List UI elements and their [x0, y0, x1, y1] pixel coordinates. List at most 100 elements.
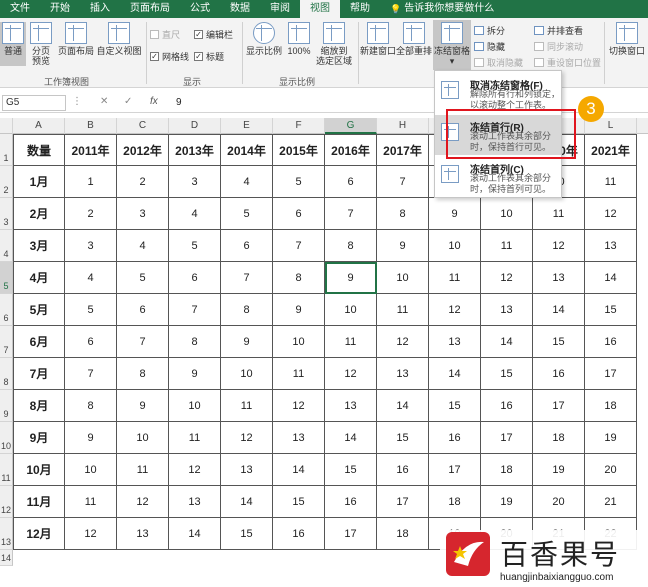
row-header-4[interactable]: 4 [0, 230, 13, 262]
unhide-button[interactable]: 取消隐藏 [474, 56, 523, 69]
custom-views-button[interactable]: 自定义视图 [96, 22, 142, 56]
month-cell[interactable]: 9月 [13, 422, 65, 454]
data-cell[interactable]: 15 [325, 454, 377, 486]
data-cell[interactable]: 13 [481, 294, 533, 326]
data-cell[interactable]: 17 [585, 358, 637, 390]
data-cell[interactable]: 19 [481, 486, 533, 518]
tab-2[interactable]: 插入 [80, 0, 120, 18]
data-cell[interactable]: 12 [117, 486, 169, 518]
column-header-e[interactable]: E [221, 118, 273, 134]
data-cell[interactable]: 8 [169, 326, 221, 358]
data-cell[interactable]: 10 [117, 422, 169, 454]
data-cell[interactable]: 12 [533, 230, 585, 262]
split-button[interactable]: 拆分 [474, 24, 505, 37]
sync-scroll-button[interactable]: 同步滚动 [534, 40, 583, 53]
data-cell[interactable]: 11 [221, 390, 273, 422]
arrange-all-button[interactable]: 全部重排 [396, 22, 432, 56]
zoom-to-selection-button[interactable]: 缩放到 选定区域 [314, 22, 354, 66]
header-cell[interactable]: 2015年 [273, 134, 325, 166]
row-header-8[interactable]: 8 [0, 358, 13, 390]
data-cell[interactable]: 16 [533, 358, 585, 390]
data-cell[interactable]: 13 [325, 390, 377, 422]
data-cell[interactable]: 11 [377, 294, 429, 326]
data-cell[interactable]: 16 [481, 390, 533, 422]
data-cell[interactable]: 6 [325, 166, 377, 198]
tab-1[interactable]: 开始 [40, 0, 80, 18]
data-cell[interactable]: 12 [65, 518, 117, 550]
column-header-f[interactable]: F [273, 118, 325, 134]
month-cell[interactable]: 12月 [13, 518, 65, 550]
data-cell[interactable]: 9 [429, 198, 481, 230]
data-cell[interactable]: 12 [273, 390, 325, 422]
column-header-a[interactable]: A [13, 118, 65, 134]
row-header-5[interactable]: 5 [0, 262, 13, 294]
data-cell[interactable]: 13 [533, 262, 585, 294]
data-cell[interactable]: 15 [585, 294, 637, 326]
data-cell[interactable]: 10 [273, 326, 325, 358]
data-cell[interactable]: 14 [221, 486, 273, 518]
data-cell[interactable]: 11 [533, 198, 585, 230]
data-cell[interactable]: 10 [325, 294, 377, 326]
header-cell[interactable]: 2013年 [169, 134, 221, 166]
data-cell[interactable]: 20 [585, 454, 637, 486]
data-cell[interactable]: 1 [65, 166, 117, 198]
data-cell[interactable]: 7 [117, 326, 169, 358]
tab-8[interactable]: 帮助 [340, 0, 380, 18]
data-cell[interactable]: 7 [273, 230, 325, 262]
enter-icon[interactable]: ✓ [124, 96, 132, 107]
month-cell[interactable]: 8月 [13, 390, 65, 422]
select-all-corner[interactable] [0, 118, 13, 134]
data-cell[interactable]: 13 [221, 454, 273, 486]
header-cell[interactable]: 2016年 [325, 134, 377, 166]
data-cell[interactable]: 7 [169, 294, 221, 326]
data-cell[interactable]: 18 [377, 518, 429, 550]
data-cell[interactable]: 3 [65, 230, 117, 262]
headings-checkbox[interactable]: ✓ 标题 [194, 50, 224, 63]
data-cell[interactable]: 6 [117, 294, 169, 326]
data-cell[interactable]: 12 [585, 198, 637, 230]
data-cell[interactable]: 19 [533, 454, 585, 486]
row-header-13[interactable]: 13 [0, 518, 13, 550]
data-cell[interactable]: 14 [429, 358, 481, 390]
tab-7[interactable]: 视图 [300, 0, 340, 18]
data-cell[interactable]: 4 [221, 166, 273, 198]
data-cell[interactable]: 13 [429, 326, 481, 358]
data-cell[interactable]: 13 [377, 358, 429, 390]
data-cell[interactable]: 11 [273, 358, 325, 390]
month-cell[interactable]: 7月 [13, 358, 65, 390]
data-cell[interactable]: 14 [325, 422, 377, 454]
data-cell[interactable]: 6 [169, 262, 221, 294]
data-cell[interactable]: 12 [481, 262, 533, 294]
column-header-c[interactable]: C [117, 118, 169, 134]
data-cell[interactable]: 18 [481, 454, 533, 486]
row-header-1[interactable]: 1 [0, 134, 13, 166]
data-cell[interactable]: 19 [585, 422, 637, 454]
data-cell[interactable]: 9 [169, 358, 221, 390]
tab-4[interactable]: 公式 [180, 0, 220, 18]
data-cell[interactable]: 8 [65, 390, 117, 422]
data-cell[interactable]: 6 [221, 230, 273, 262]
data-cell[interactable]: 2 [65, 198, 117, 230]
row-header-11[interactable]: 11 [0, 454, 13, 486]
data-cell[interactable]: 6 [273, 198, 325, 230]
data-cell[interactable]: 8 [117, 358, 169, 390]
row-header-7[interactable]: 7 [0, 326, 13, 358]
data-cell[interactable]: 12 [169, 454, 221, 486]
row-header-6[interactable]: 6 [0, 294, 13, 326]
zoom-100-button[interactable]: 100% [286, 22, 312, 56]
data-cell[interactable]: 14 [533, 294, 585, 326]
data-cell[interactable]: 13 [273, 422, 325, 454]
new-window-button[interactable]: 新建窗口 [360, 22, 396, 56]
data-cell[interactable]: 10 [429, 230, 481, 262]
tell-me-search[interactable]: 💡 告诉我你想要做什么 [380, 0, 504, 18]
data-cell[interactable]: 18 [429, 486, 481, 518]
data-cell[interactable]: 17 [533, 390, 585, 422]
data-cell[interactable]: 3 [117, 198, 169, 230]
data-cell[interactable]: 17 [325, 518, 377, 550]
data-cell[interactable]: 17 [429, 454, 481, 486]
data-cell[interactable]: 11 [481, 230, 533, 262]
row-header-9[interactable]: 9 [0, 390, 13, 422]
data-cell[interactable]: 15 [429, 390, 481, 422]
data-cell[interactable]: 15 [481, 358, 533, 390]
data-cell[interactable]: 11 [325, 326, 377, 358]
